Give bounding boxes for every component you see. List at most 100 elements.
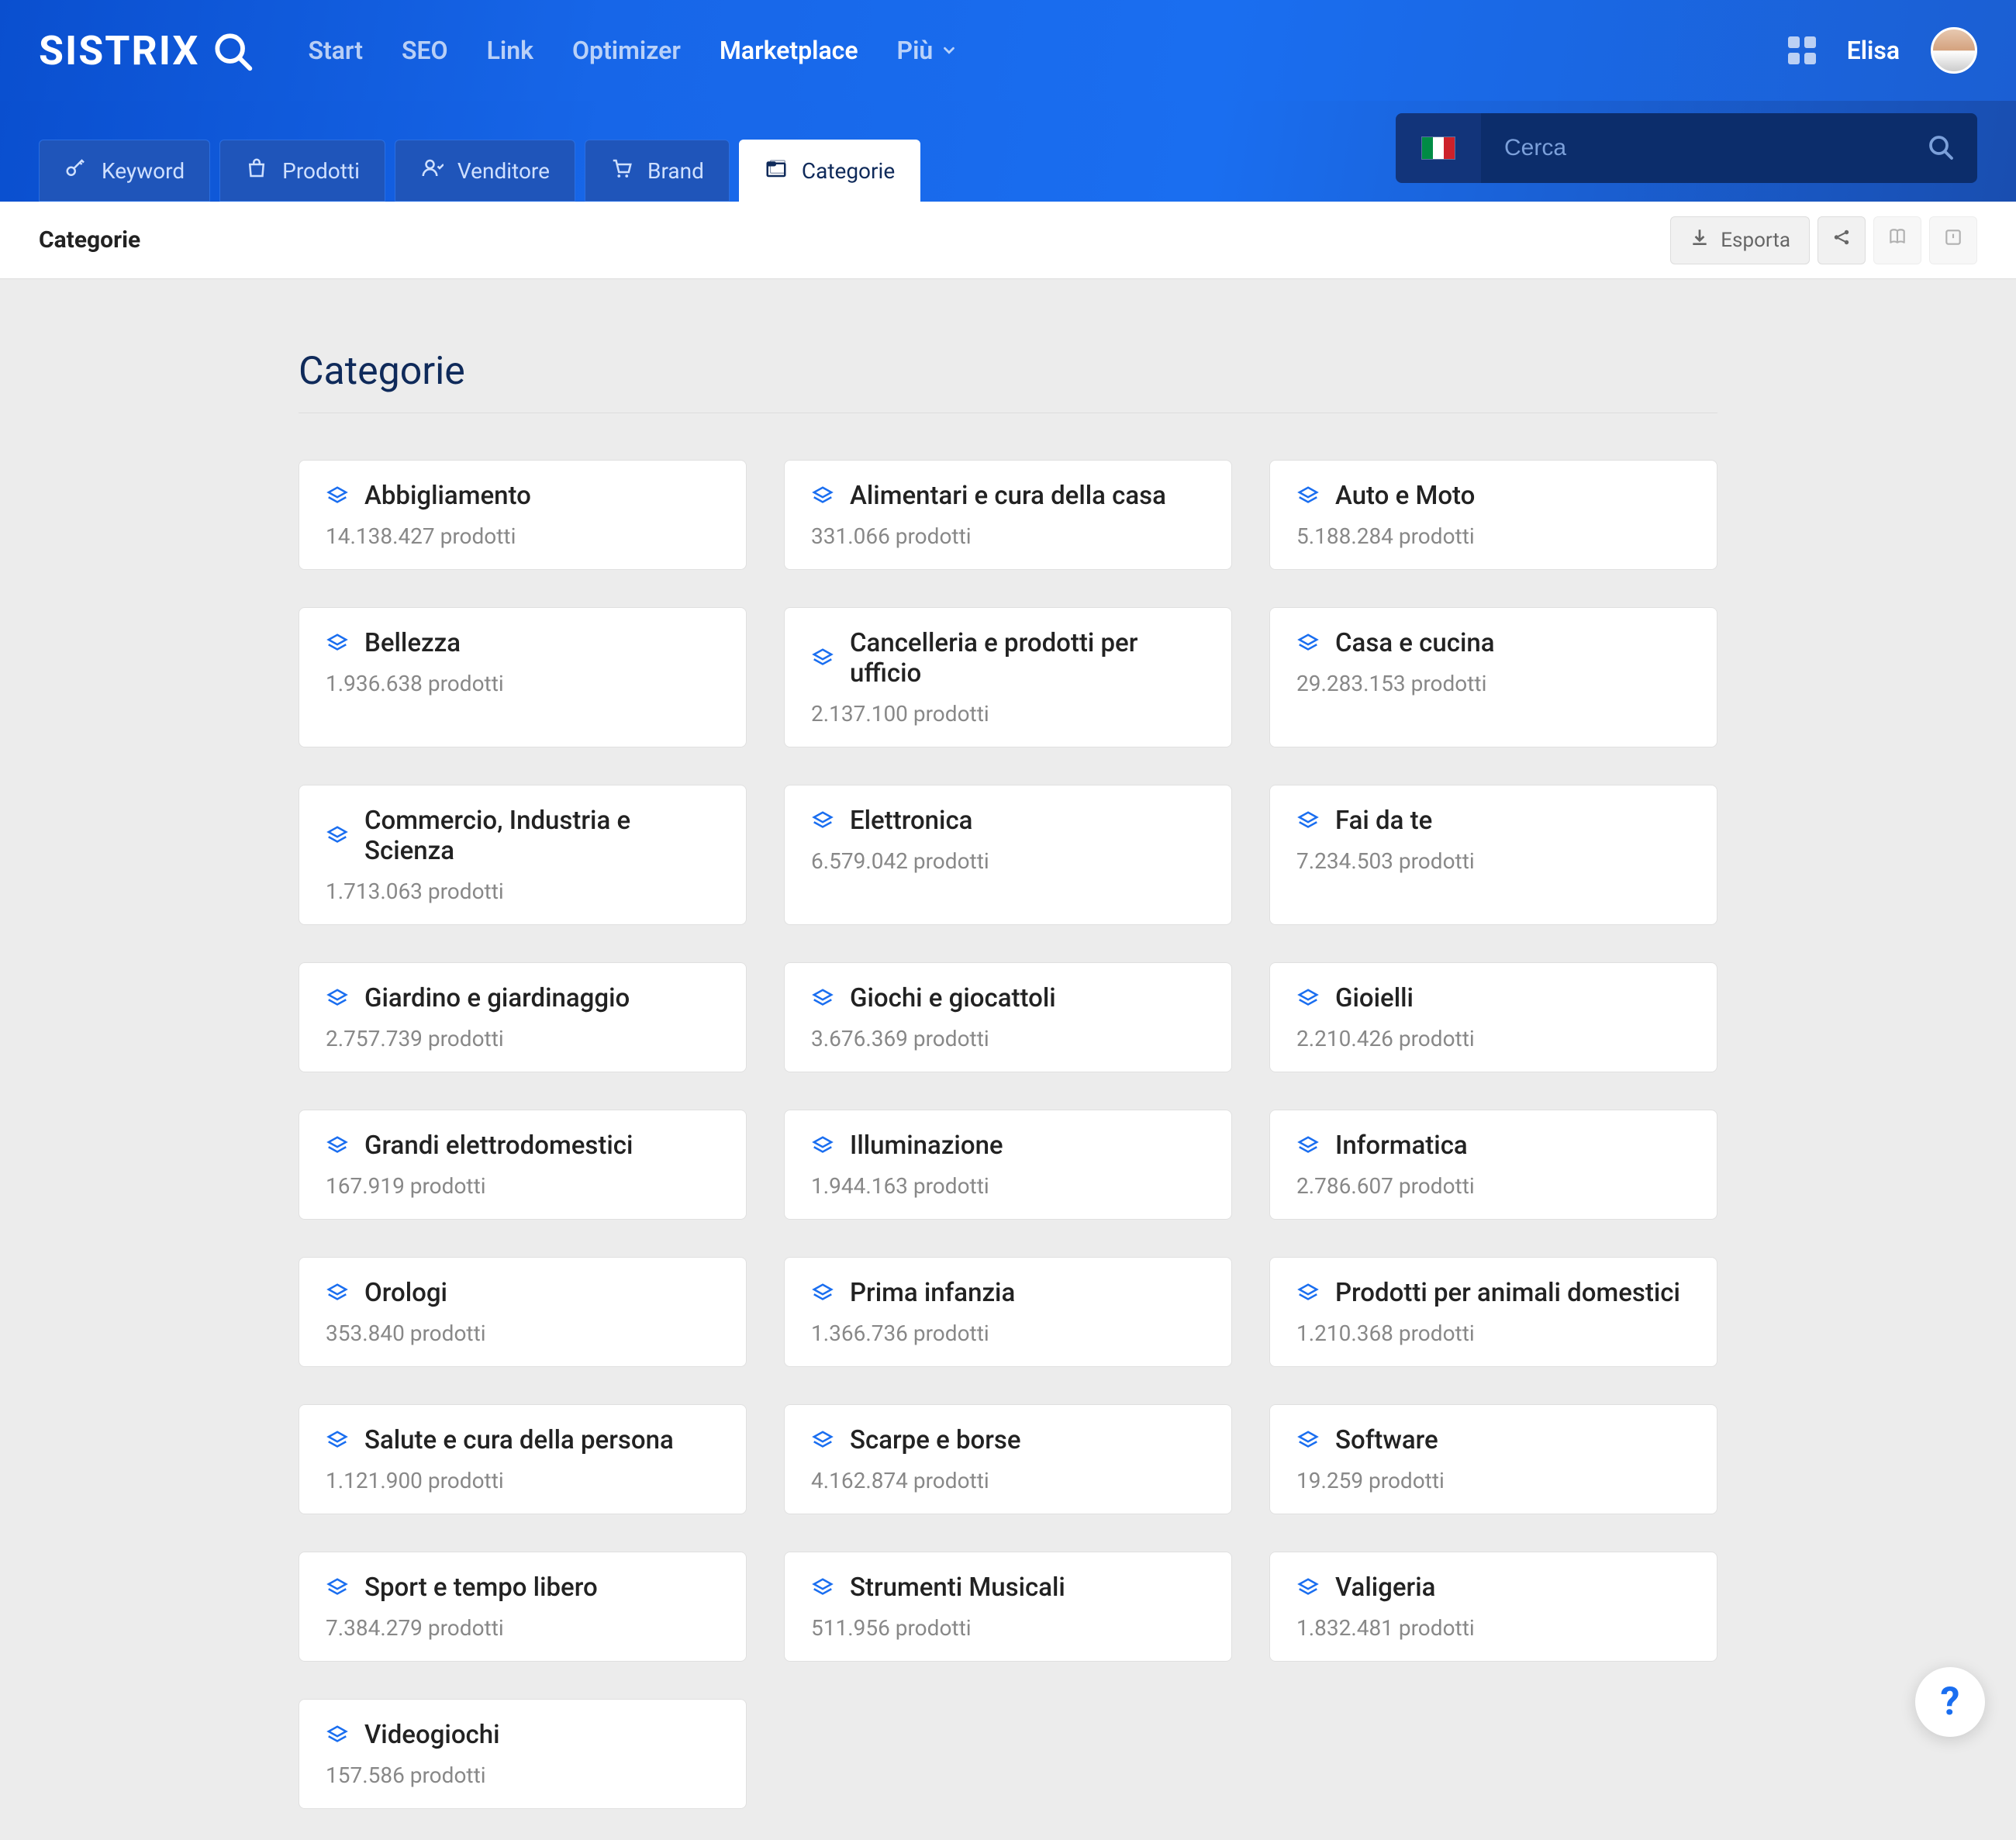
category-card[interactable]: Scarpe e borse4.162.874 prodotti [784,1404,1232,1514]
help-button[interactable]: ? [1915,1667,1985,1737]
category-card[interactable]: Auto e Moto5.188.284 prodotti [1269,460,1717,570]
category-name: Strumenti Musicali [850,1572,1065,1603]
export-button[interactable]: Esporta [1670,216,1810,264]
book-button[interactable] [1873,216,1921,264]
main-nav: Start SEO Link Optimizer Marketplace Più [308,36,958,65]
category-grid: Abbigliamento14.138.427 prodotti Alimenta… [299,460,1717,1809]
layers-icon [1296,1134,1320,1158]
category-card[interactable]: Fai da te7.234.503 prodotti [1269,785,1717,925]
category-card[interactable]: Prima infanzia1.366.736 prodotti [784,1257,1232,1367]
category-card[interactable]: Prodotti per animali domestici1.210.368 … [1269,1257,1717,1367]
category-count: 1.832.481 prodotti [1296,1615,1690,1641]
category-name: Software [1335,1425,1438,1455]
search-button[interactable] [1926,133,1954,164]
category-card[interactable]: Bellezza1.936.638 prodotti [299,607,747,747]
category-count: 2.757.739 prodotti [326,1026,720,1051]
layers-icon [1296,1576,1320,1600]
category-card[interactable]: Cancelleria e prodotti per ufficio2.137.… [784,607,1232,747]
avatar[interactable] [1931,27,1977,74]
category-card[interactable]: Illuminazione1.944.163 prodotti [784,1110,1232,1220]
search-input[interactable] [1504,135,1926,161]
share-button[interactable] [1818,216,1866,264]
category-card[interactable]: Informatica2.786.607 prodotti [1269,1110,1717,1220]
nav-label: Link [487,36,533,65]
page-title: Categorie [39,226,140,254]
category-name: Gioielli [1335,983,1414,1013]
nav-item-seo[interactable]: SEO [402,36,448,65]
category-card[interactable]: Grandi elettrodomestici167.919 prodotti [299,1110,747,1220]
tab-brand[interactable]: Brand [585,140,730,202]
layers-icon [326,1724,349,1747]
tab-categorie[interactable]: Categorie [739,140,920,202]
category-count: 5.188.284 prodotti [1296,523,1690,549]
category-name: Giochi e giocattoli [850,983,1056,1013]
nav-item-optimizer[interactable]: Optimizer [572,36,681,65]
nav-item-start[interactable]: Start [308,36,363,65]
shortcut-button[interactable] [1929,216,1977,264]
nav-label: Optimizer [572,36,681,65]
category-count: 29.283.153 prodotti [1296,671,1690,696]
country-selector[interactable] [1396,113,1481,183]
nav-label: Più [897,36,934,65]
category-card[interactable]: Elettronica 6.579.042 prodotti [784,785,1232,925]
layers-icon [326,824,349,848]
category-name: Prodotti per animali domestici [1335,1278,1680,1308]
category-count: 2.210.426 prodotti [1296,1026,1690,1051]
tab-keyword[interactable]: Keyword [39,140,210,202]
category-card[interactable]: Giardino e giardinaggio2.757.739 prodott… [299,962,747,1072]
category-card[interactable]: Strumenti Musicali511.956 prodotti [784,1552,1232,1662]
category-card[interactable]: Orologi353.840 prodotti [299,1257,747,1367]
tab-prodotti[interactable]: Prodotti [219,140,385,202]
app-switcher-icon[interactable] [1788,36,1816,64]
layers-icon [326,632,349,655]
book-icon [1887,227,1907,253]
category-card[interactable]: Software 19.259 prodotti [1269,1404,1717,1514]
category-card[interactable]: Videogiochi157.586 prodotti [299,1699,747,1809]
category-name: Orologi [364,1278,447,1308]
nav-item-marketplace[interactable]: Marketplace [720,36,858,65]
chevron-down-icon [941,36,958,65]
tab-label: Keyword [102,158,185,184]
layers-icon [1296,632,1320,655]
nav-item-link[interactable]: Link [487,36,533,65]
section-title: Categorie [299,349,1717,413]
category-count: 4.162.874 prodotti [811,1468,1205,1493]
category-name: Bellezza [364,628,461,658]
layers-icon [811,1134,834,1158]
toolbar: Categorie Esporta [0,202,2016,279]
nav-item-more[interactable]: Più [897,36,958,65]
category-count: 6.579.042 prodotti [811,848,1205,874]
category-card[interactable]: Alimentari e cura della casa331.066 prod… [784,460,1232,570]
tab-venditore[interactable]: Venditore [395,140,575,202]
layers-icon [1296,1429,1320,1452]
category-card[interactable]: Salute e cura della persona1.121.900 pro… [299,1404,747,1514]
category-count: 14.138.427 prodotti [326,523,720,549]
layers-icon [811,810,834,833]
share-icon [1831,227,1852,253]
category-card[interactable]: Commercio, Industria e Scienza1.713.063 … [299,785,747,925]
category-name: Elettronica [850,806,972,836]
tab-label: Brand [647,158,704,184]
category-card[interactable]: Gioielli 2.210.426 prodotti [1269,962,1717,1072]
category-count: 19.259 prodotti [1296,1468,1690,1493]
logo[interactable]: SISTRIX [39,27,254,74]
search-icon [210,29,254,72]
category-card[interactable]: Giochi e giocattoli3.676.369 prodotti [784,962,1232,1072]
shortcut-icon [1943,227,1963,253]
username[interactable]: Elisa [1847,36,1900,65]
layers-icon [811,485,834,508]
category-count: 1.713.063 prodotti [326,879,720,904]
category-card[interactable]: Casa e cucina29.283.153 prodotti [1269,607,1717,747]
main-header: SISTRIX Start SEO Link Optimizer Marketplace… [0,0,2016,101]
folder-icon [765,157,788,185]
category-card[interactable]: Valigeria1.832.481 prodotti [1269,1552,1717,1662]
search-bar [1396,113,1977,183]
category-name: Informatica [1335,1131,1468,1161]
layers-icon [326,1576,349,1600]
category-card[interactable]: Abbigliamento14.138.427 prodotti [299,460,747,570]
category-count: 7.384.279 prodotti [326,1615,720,1641]
person-icon [420,157,444,185]
layers-icon [326,1429,349,1452]
category-name: Alimentari e cura della casa [850,481,1166,511]
category-card[interactable]: Sport e tempo libero7.384.279 prodotti [299,1552,747,1662]
